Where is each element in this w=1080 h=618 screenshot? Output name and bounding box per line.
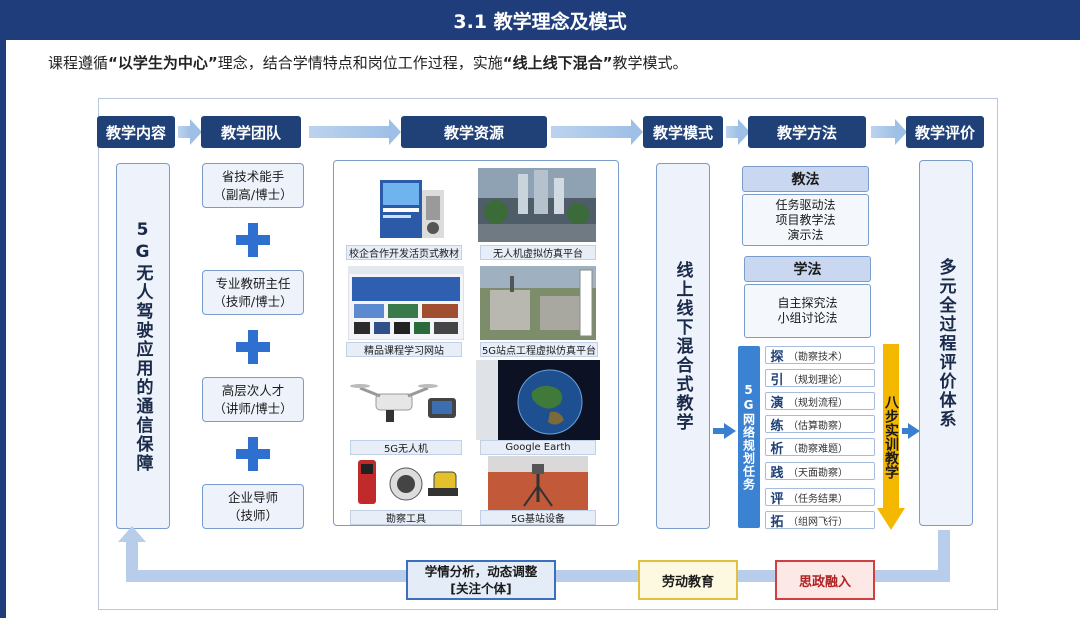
google-earth-image [476,360,600,440]
step-desc: （规划流程） [788,397,848,409]
header-mode: 教学模式 [643,116,723,148]
learn-method-title: 学法 [744,256,871,282]
flow-arrow-4 [726,119,750,145]
flow-arrow-1 [178,119,202,145]
resource-label: 勘察工具 [350,510,462,525]
flow-arrow-2 [309,119,401,145]
team-member-rank: （技师） [227,507,278,523]
resource-label: 精品课程学习网站 [346,342,462,357]
step-item: 练 （估算勘察） [765,415,875,434]
intro-text: 课程遵循“以学生为中心”理念，结合学情特点和岗位工作过程，实施“线上线下混合”教… [48,52,687,73]
labor-education-box: 劳动教育 [638,560,738,600]
learn-method-list: 自主探究法 小组讨论法 [744,284,871,338]
resource-label: 5G站点工程虚拟仿真平台 [480,342,598,357]
task-stripe: 5G网络规划任务 [738,346,760,528]
base-station-image [488,456,588,510]
team-member-3: 高层次人才 （讲师/博士） [202,377,304,422]
step-char: 评 [770,491,784,507]
team-member-rank: （讲师/博士） [213,400,293,416]
team-member-2: 专业教研主任 （技师/博士） [202,270,304,315]
teach-method-title: 教法 [742,166,869,192]
intro-part-2: 理念，结合学情特点和岗位工作过程，实施 [217,54,503,72]
ideology-box: 思政融入 [775,560,875,600]
step-item: 析 （勘察难题） [765,438,875,457]
team-member-title: 高层次人才 [221,382,285,398]
intro-part-1: 课程遵循 [48,54,109,72]
teach-method-item: 演示法 [787,227,824,242]
flow-arrow-3 [551,119,643,145]
intro-bold-1: “以学生为中心” [108,54,218,72]
teach-method-list: 任务驱动法 项目教学法 演示法 [742,194,869,246]
team-member-title: 企业导师 [227,489,278,505]
header-method: 教学方法 [748,116,866,148]
course-website-image [348,266,464,340]
resource-label: Google Earth [480,440,596,455]
step-item: 评 （任务结果） [765,488,875,507]
header-resources: 教学资源 [401,116,547,148]
step-item: 践 （天面勘察） [765,462,875,481]
step-char: 践 [770,465,784,481]
learn-method-item: 小组讨论法 [777,311,838,325]
plus-icon [236,437,270,471]
textbook-image [380,180,444,238]
page-title: 3.1 教学理念及模式 [0,0,1080,40]
team-member-title: 省技术能手 [221,168,285,184]
team-member-title: 专业教研主任 [215,275,291,291]
step-char: 练 [770,418,784,434]
step-desc: （勘察难题） [788,443,848,455]
flow-arrow-5 [871,119,907,145]
step-desc: （规划理论） [788,374,848,386]
analysis-line-2: [关注个体] [450,581,512,596]
team-member-rank: （副高/博士） [213,186,293,202]
step-char: 探 [770,349,784,365]
resource-label: 5G无人机 [350,440,462,455]
analysis-line-1: 学情分析，动态调整 [424,564,538,579]
site-sim-image [480,266,596,340]
learn-method-item: 自主探究法 [777,296,838,310]
step-char: 演 [770,395,784,411]
mode-box: 线上线下混合式教学 [656,163,710,529]
plus-icon [236,223,270,257]
plus-icon [236,330,270,364]
team-member-rank: （技师/博士） [213,293,293,309]
step-desc: （天面勘察） [788,467,848,479]
step-char: 析 [770,441,784,457]
header-team: 教学团队 [201,116,301,148]
step-desc: （估算勘察） [788,420,848,432]
step-item: 引 （规划理论） [765,369,875,388]
teach-method-item: 项目教学法 [775,212,836,227]
team-member-1: 省技术能手 （副高/博士） [202,163,304,208]
evaluation-box: 多元全过程评价体系 [919,160,973,526]
step-char: 引 [770,372,784,388]
drone-sim-image [478,168,596,242]
header-evaluation: 教学评价 [906,116,984,148]
teach-method-item: 任务驱动法 [775,197,836,212]
eight-step-label: 八步实训教学 [883,395,899,479]
survey-tools-image [354,458,462,508]
step-item: 探 （勘察技术） [765,346,875,365]
team-member-4: 企业导师 （技师） [202,484,304,529]
resource-label: 无人机虚拟仿真平台 [480,245,596,260]
resource-label: 校企合作开发活页式教材 [346,245,462,260]
left-accent-stripe [0,40,6,618]
step-desc: （任务结果） [788,493,848,505]
step-desc: （勘察技术） [788,351,848,363]
resource-label: 5G基站设备 [480,510,596,525]
intro-bold-2: “线上线下混合” [502,54,613,72]
arrow-right-icon [724,423,736,439]
header-content: 教学内容 [97,116,175,148]
analysis-box: 学情分析，动态调整 [关注个体] [406,560,556,600]
drone-image [350,370,462,438]
step-item: 演 （规划流程） [765,392,875,411]
intro-part-3: 教学模式。 [612,54,688,72]
content-box: 5G无人驾驶应用的通信保障 [116,163,170,529]
